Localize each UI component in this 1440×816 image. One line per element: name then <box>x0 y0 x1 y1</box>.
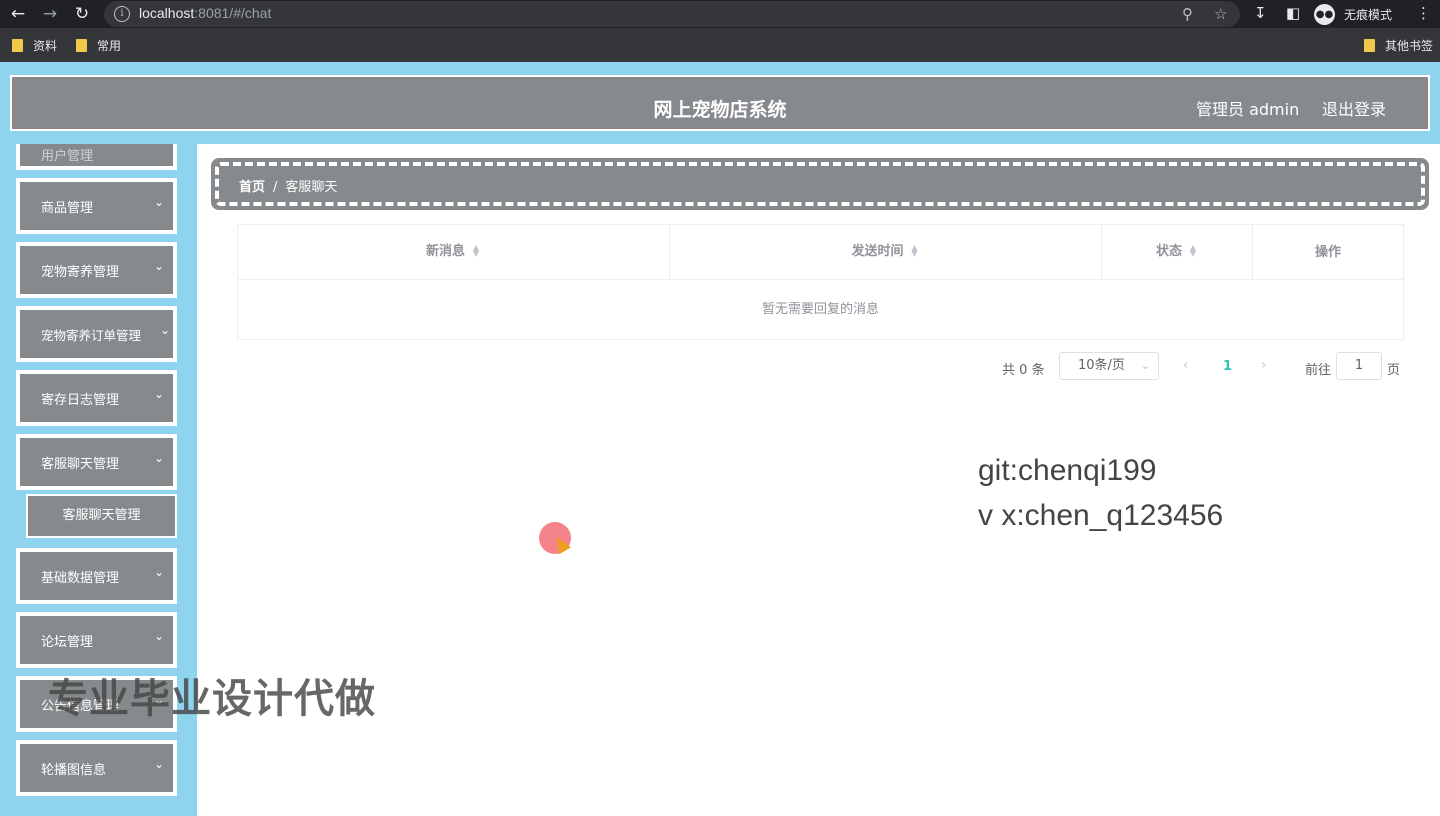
sidebar-item-pet-boarding[interactable]: 宠物寄养管理 ⌄ <box>16 242 177 298</box>
watermark-contact: git:chenqi199 v x:chen_q123456 <box>978 454 1224 532</box>
chevron-down-icon: ⌄ <box>153 259 164 273</box>
back-icon[interactable]: ← <box>8 4 28 24</box>
star-icon[interactable]: ☆ <box>1214 5 1227 23</box>
watermark-promo: 专业毕业设计代做 <box>48 676 376 722</box>
sidebar-item-forum[interactable]: 论坛管理 ⌄ <box>16 612 177 668</box>
key-icon[interactable]: ⚲ <box>1182 5 1193 23</box>
sort-icon[interactable]: ▲ ▼ <box>910 244 920 258</box>
address-bar[interactable]: i localhost:8081/#/chat ⚲ ☆ <box>104 1 1240 27</box>
menu-icon[interactable]: ⋮ <box>1416 4 1431 22</box>
reload-icon[interactable]: ↻ <box>72 4 92 24</box>
page-number[interactable]: 1 <box>1223 359 1232 374</box>
chevron-down-icon: ⌄ <box>153 565 164 579</box>
page-suffix: 页 <box>1387 363 1401 378</box>
empty-message: 暂无需要回复的消息 <box>761 302 879 317</box>
sort-icon[interactable]: ▲ ▼ <box>1188 244 1198 258</box>
download-icon[interactable]: ↧ <box>1254 4 1267 22</box>
chevron-down-icon: ⌄ <box>153 387 164 401</box>
folder-icon <box>76 39 87 52</box>
url-text: localhost:8081/#/chat <box>139 5 272 21</box>
other-bookmarks[interactable]: 其他书签 <box>1364 37 1433 54</box>
current-user: 管理员 admin <box>1196 100 1300 119</box>
column-header-status[interactable]: 状态 ▲ ▼ <box>1102 225 1253 280</box>
incognito-label: 无痕模式 <box>1344 8 1393 22</box>
chat-table: 新消息 ▲ ▼ 发送时间 ▲ ▼ 状态 ▲ ▼ 操作 暂无需要回复的消息 <box>237 224 1404 340</box>
goto-label: 前往 <box>1305 363 1332 378</box>
bookmark-folder[interactable]: 资料 <box>12 37 57 54</box>
app-header: 网上宠物店系统 管理员 admin 退出登录 <box>0 62 1440 144</box>
chevron-down-icon: ⌄ <box>153 757 164 771</box>
logout-link[interactable]: 退出登录 <box>1322 96 1386 120</box>
column-header-actions: 操作 <box>1253 225 1403 280</box>
pagination: 共 0 条 10条/页 ⌄ ‹ 1 › 前往 1 页 <box>197 352 1440 380</box>
breadcrumb-current: 客服聊天 <box>285 180 338 195</box>
column-header-message[interactable]: 新消息 ▲ ▼ <box>238 225 670 280</box>
sidebar-subitem-chat[interactable]: 客服聊天管理 <box>26 494 177 538</box>
incognito-indicator[interactable]: ●● 无痕模式 <box>1314 2 1420 26</box>
sidebar-item-carousel[interactable]: 轮播图信息 ⌄ <box>16 740 177 796</box>
sidebar-item-storage-log[interactable]: 寄存日志管理 ⌄ <box>16 370 177 426</box>
folder-icon <box>1364 39 1375 52</box>
breadcrumb-home[interactable]: 首页 <box>239 180 265 195</box>
prev-page-icon[interactable]: ‹ <box>1183 358 1188 373</box>
sidepanel-icon[interactable]: ◧ <box>1286 4 1300 22</box>
chevron-down-icon: ⌄ <box>1140 359 1150 372</box>
header-bar: 网上宠物店系统 管理员 admin 退出登录 <box>6 71 1434 135</box>
chevron-down-icon: ⌄ <box>153 451 164 465</box>
chevron-down-icon: ⌄ <box>153 195 164 209</box>
sidebar-item-boarding-orders[interactable]: 宠物寄养订单管理 ⌄ <box>16 306 177 362</box>
goto-page-input[interactable]: 1 <box>1336 352 1382 380</box>
browser-toolbar: ← → ↻ i localhost:8081/#/chat ⚲ ☆ ↧ ◧ ●●… <box>0 0 1440 28</box>
incognito-icon: ●● <box>1314 4 1335 25</box>
main-content: 首页 / 客服聊天 新消息 ▲ ▼ 发送时间 ▲ ▼ 状态 ▲ ▼ 操作 暂无需要回复的消息 共… <box>197 144 1440 816</box>
sidebar-item-base-data[interactable]: 基础数据管理 ⌄ <box>16 548 177 604</box>
chevron-down-icon: ⌄ <box>153 629 164 643</box>
sidebar-item-users[interactable]: 用户管理 <box>16 144 177 170</box>
page-size-select[interactable]: 10条/页 ⌄ <box>1059 352 1159 380</box>
sidebar-item-chat[interactable]: 客服聊天管理 ⌄ <box>16 434 177 490</box>
bookmarks-bar: 资料 常用 其他书签 <box>0 28 1440 62</box>
folder-icon <box>12 39 23 52</box>
forward-icon[interactable]: → <box>40 4 60 24</box>
sidebar-item-goods[interactable]: 商品管理 ⌄ <box>16 178 177 234</box>
bookmark-folder[interactable]: 常用 <box>76 37 121 54</box>
chevron-down-icon: ⌄ <box>159 323 170 337</box>
site-info-icon[interactable]: i <box>114 6 130 22</box>
total-count: 共 0 条 <box>1002 363 1045 378</box>
next-page-icon[interactable]: › <box>1261 358 1266 373</box>
sort-icon[interactable]: ▲ ▼ <box>471 244 481 258</box>
column-header-time[interactable]: 发送时间 ▲ ▼ <box>670 225 1102 280</box>
breadcrumb: 首页 / 客服聊天 <box>211 158 1429 210</box>
